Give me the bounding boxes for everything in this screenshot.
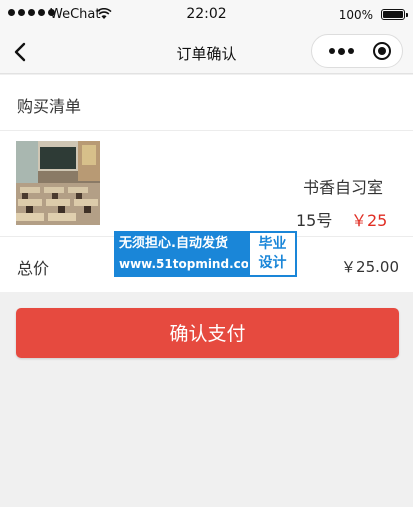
battery-percent: 100% bbox=[338, 8, 373, 22]
mini-program-capsule bbox=[311, 34, 403, 68]
battery-icon bbox=[381, 9, 408, 20]
watermark: 无须担心.自动发货 www.51topmind.com 毕业 设计 bbox=[114, 231, 297, 277]
confirm-pay-button[interactable]: 确认支付 bbox=[16, 308, 399, 358]
watermark-badge-bottom: 设计 bbox=[258, 255, 287, 271]
purchase-list-header: 购买清单 bbox=[0, 75, 413, 131]
watermark-url: www.51topmind.com bbox=[119, 257, 262, 271]
total-label: 总价 bbox=[17, 259, 50, 278]
watermark-badge-top: 毕业 bbox=[258, 236, 287, 252]
watermark-slogan: 无须担心.自动发货 bbox=[119, 236, 228, 251]
order-confirm-screen: WeChat 22:02 100% 订单确认 购买清单 书香自习室 15号 ￥2… bbox=[0, 0, 413, 507]
watermark-text: 无须担心.自动发货 www.51topmind.com bbox=[114, 231, 262, 277]
watermark-badge: 毕业 设计 bbox=[248, 231, 297, 277]
nav-bar: 订单确认 bbox=[0, 32, 413, 74]
status-bar: WeChat 22:02 100% bbox=[0, 0, 413, 32]
total-amount: ￥25.00 bbox=[341, 258, 399, 276]
more-dots-icon[interactable] bbox=[324, 35, 358, 67]
target-close-icon[interactable] bbox=[373, 42, 391, 60]
list-item: 书香自习室 15号 ￥25 bbox=[0, 131, 413, 237]
product-thumbnail bbox=[16, 141, 100, 225]
product-name: 书香自习室 bbox=[302, 178, 383, 197]
product-spec: 15号 bbox=[296, 211, 333, 230]
section-title: 购买清单 bbox=[17, 97, 82, 116]
product-price: ￥25 bbox=[351, 211, 388, 230]
